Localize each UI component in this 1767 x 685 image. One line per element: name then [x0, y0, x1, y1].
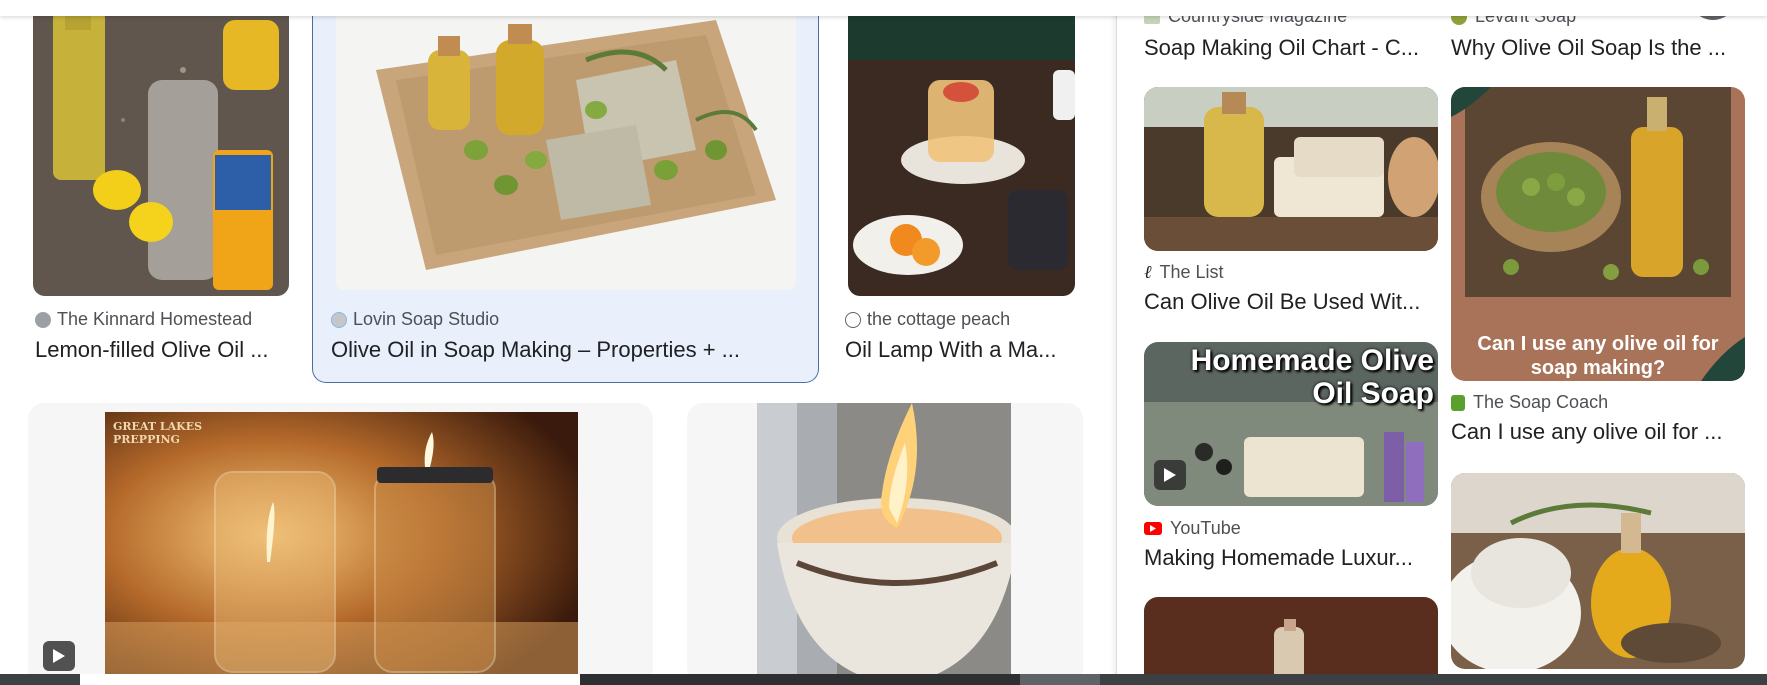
video-play-icon[interactable]	[1154, 460, 1186, 490]
panel-source: YouTube	[1170, 518, 1241, 538]
panel-title[interactable]: Can I use any olive oil for ...	[1451, 419, 1731, 445]
peach-icon	[845, 311, 861, 328]
panel-source: The Soap Coach	[1473, 392, 1609, 412]
result-source: Lovin Soap Studio	[353, 309, 500, 329]
result-image-olive-oil-soap[interactable]	[336, 0, 796, 290]
top-bar	[0, 0, 1767, 16]
panel-title[interactable]: Why Olive Oil Soap Is the ...	[1451, 35, 1733, 61]
taskbar	[0, 674, 1767, 685]
panel-source: The List	[1159, 262, 1224, 282]
result-image-teacup-candle[interactable]	[757, 403, 1011, 685]
shopify-icon	[1451, 394, 1465, 411]
result-card-mason-jar-lamps[interactable]: GREAT LAKES PREPPING	[28, 403, 653, 685]
panel-image-homemade-soap[interactable]: Homemade Olive Oil Soap	[1144, 342, 1438, 506]
video-overlay-text: Homemade Olive Oil Soap	[1190, 344, 1434, 410]
result-title[interactable]: Olive Oil in Soap Making – Properties + …	[331, 337, 801, 363]
panel-image-oil-bottle[interactable]	[1144, 597, 1438, 685]
watermark-text: GREAT LAKES PREPPING	[113, 420, 203, 446]
panel-image-towels-oil[interactable]	[1451, 473, 1745, 669]
result-title[interactable]: Oil Lamp With a Ma...	[845, 337, 1069, 363]
panel-image-olive-basket[interactable]: Can I use any olive oil for soap making?	[1451, 87, 1745, 381]
panel-title[interactable]: Can Olive Oil Be Used Wit...	[1144, 289, 1432, 315]
the-list-logo-icon: ℓ	[1144, 262, 1152, 283]
result-image-mason-jar-lamps[interactable]: GREAT LAKES PREPPING	[105, 412, 578, 685]
result-source: the cottage peach	[867, 309, 1011, 329]
result-source: The Kinnard Homestead	[57, 309, 253, 329]
globe-icon	[331, 311, 347, 328]
result-image-oil-lamp[interactable]	[848, 0, 1075, 296]
globe-icon	[35, 311, 51, 328]
result-title[interactable]: Lemon-filled Olive Oil ...	[35, 337, 285, 363]
side-panel: Countryside Magazine Soap Making Oil Cha…	[1116, 0, 1767, 685]
image-overlay-text: Can I use any olive oil for soap making?	[1477, 333, 1719, 379]
panel-image-soap-bars[interactable]	[1144, 87, 1438, 251]
result-card-teacup-candle[interactable]	[687, 403, 1083, 685]
panel-title[interactable]: Soap Making Oil Chart - C...	[1144, 35, 1426, 61]
result-image-lemon-olive-oil[interactable]	[33, 0, 289, 296]
panel-title[interactable]: Making Homemade Luxur...	[1144, 545, 1418, 571]
youtube-icon	[1144, 522, 1162, 535]
video-play-icon[interactable]	[43, 641, 75, 671]
